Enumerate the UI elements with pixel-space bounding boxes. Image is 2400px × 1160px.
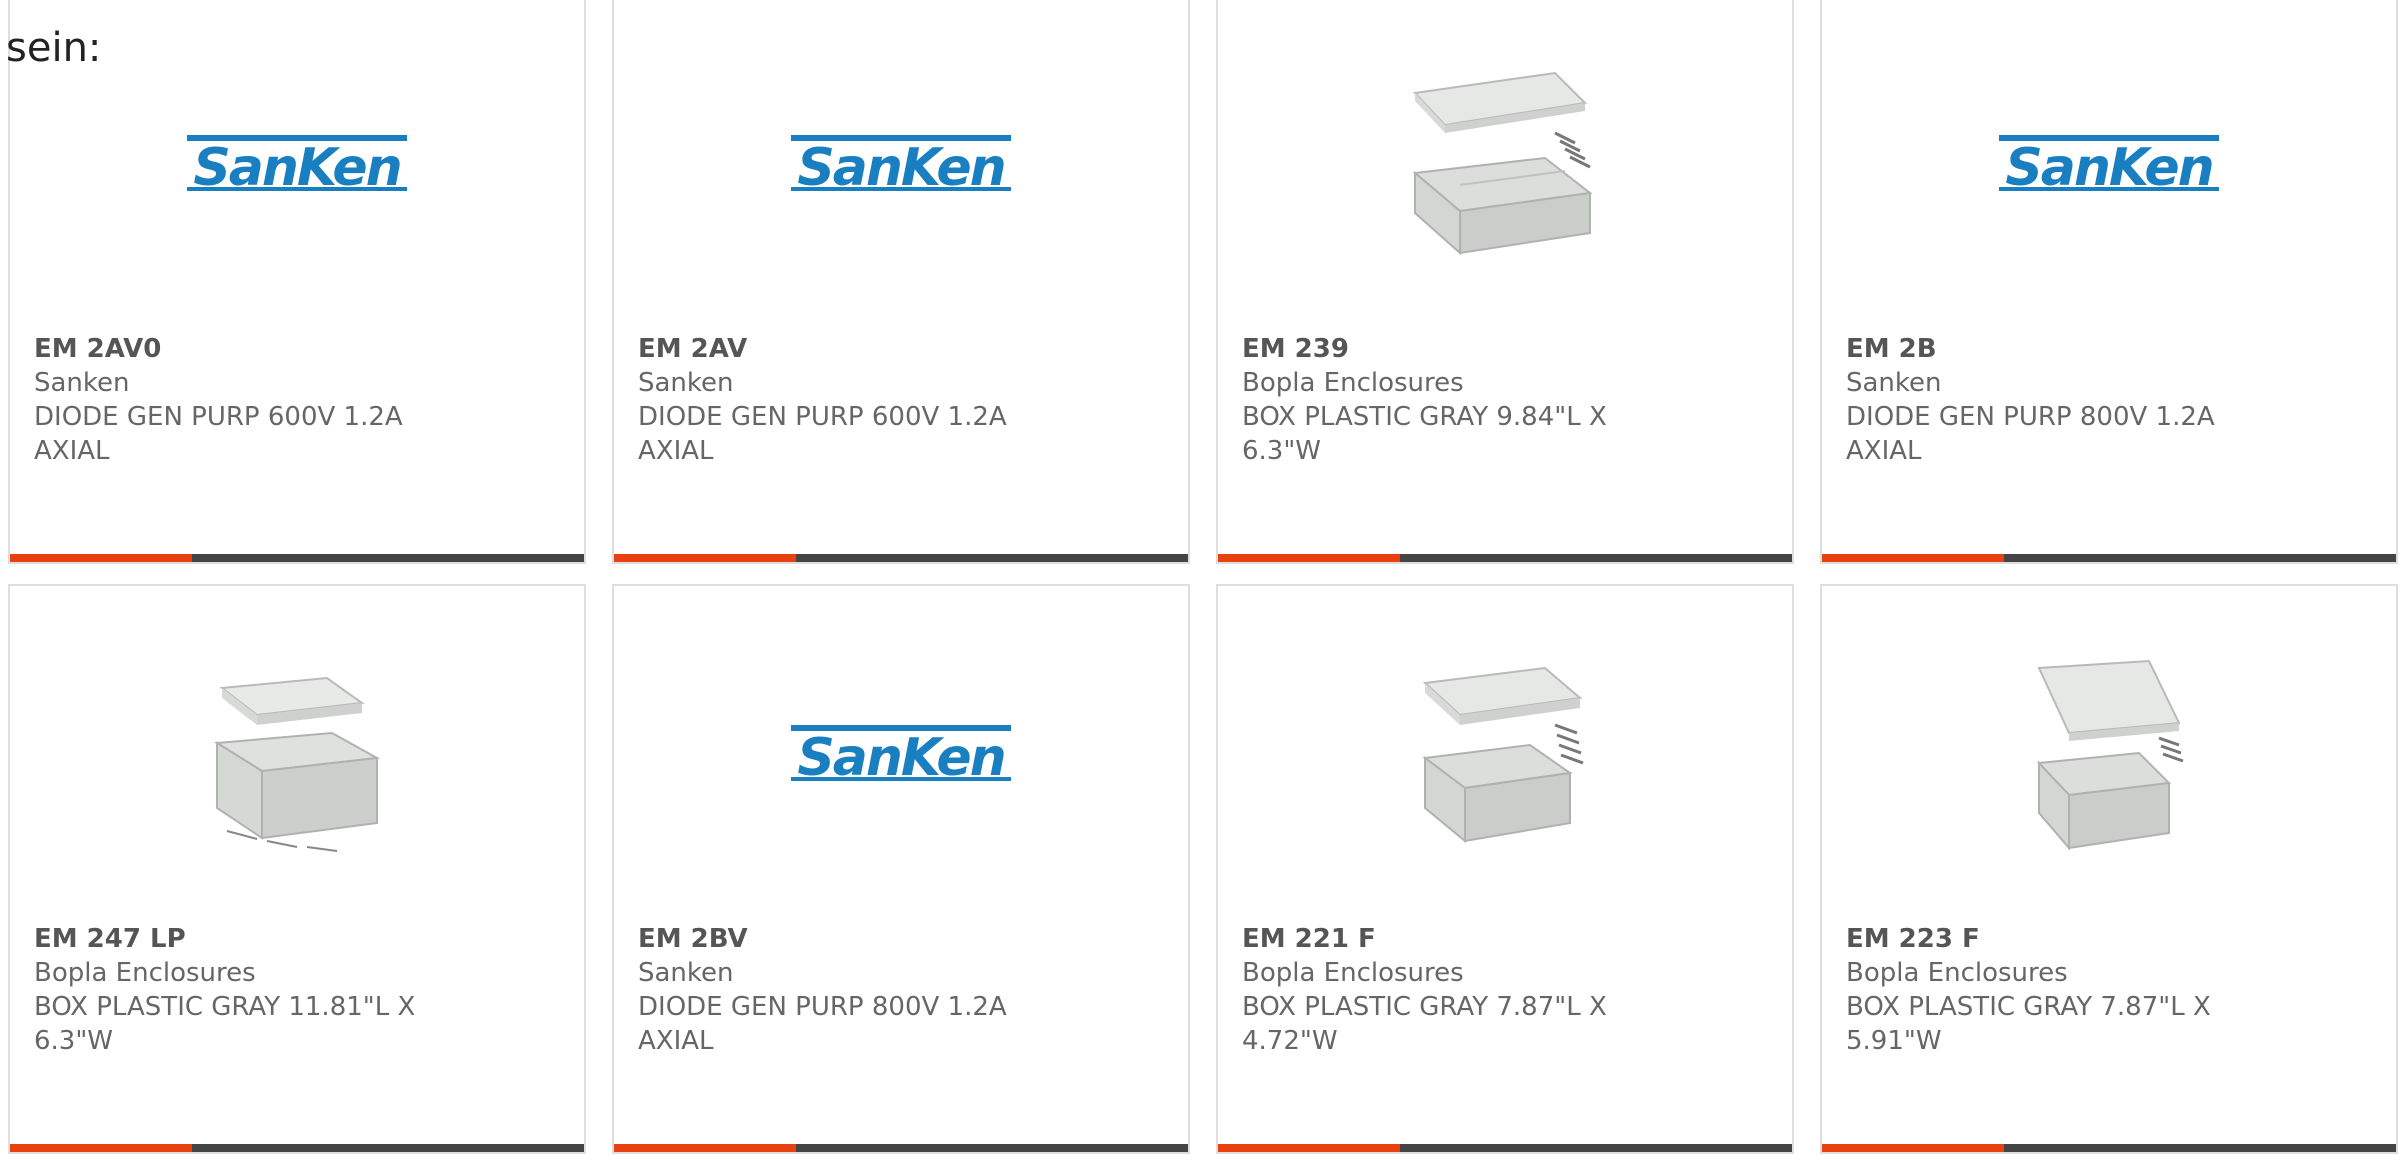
product-grid: SanKen EM 2AV0 Sanken DIODE GEN PURP 600… <box>8 0 2400 1160</box>
product-description: DIODE GEN PURP 800V 1.2A AXIAL <box>638 992 1007 1056</box>
product-description: DIODE GEN PURP 600V 1.2A AXIAL <box>34 402 403 466</box>
card-footer-bar <box>1218 554 1792 562</box>
product-description: BOX PLASTIC GRAY 11.81"L X 6.3"W <box>34 992 416 1056</box>
sanken-logo-icon: SanKen <box>791 725 1011 788</box>
part-number[interactable]: EM 221 F <box>1242 922 1642 956</box>
part-number[interactable]: EM 223 F <box>1846 922 2246 956</box>
card-footer-bar <box>614 1144 1188 1152</box>
card-footer-accent <box>10 554 192 562</box>
manufacturer-name: Bopla Enclosures <box>1846 958 2068 988</box>
part-number[interactable]: EM 247 LP <box>34 922 434 956</box>
product-image[interactable] <box>1218 648 1792 858</box>
product-card[interactable]: SanKen EM 2BV Sanken DIODE GEN PURP 800V… <box>612 584 1190 1154</box>
product-description: DIODE GEN PURP 800V 1.2A AXIAL <box>1846 402 2215 466</box>
product-card[interactable]: EM 221 F Bopla Enclosures BOX PLASTIC GR… <box>1216 584 1794 1154</box>
manufacturer-name: Sanken <box>1846 368 1942 398</box>
part-number[interactable]: EM 2AV <box>638 332 1038 366</box>
product-image[interactable]: SanKen <box>10 58 584 268</box>
product-description: BOX PLASTIC GRAY 7.87"L X 5.91"W <box>1846 992 2211 1056</box>
product-image[interactable]: SanKen <box>1822 58 2396 268</box>
card-footer-accent <box>1822 1144 2004 1152</box>
sanken-logo-icon: SanKen <box>187 135 407 198</box>
manufacturer-name: Bopla Enclosures <box>1242 958 1464 988</box>
manufacturer-name: Sanken <box>638 368 734 398</box>
plastic-enclosure-icon <box>2036 659 2184 851</box>
product-image[interactable] <box>1822 648 2396 858</box>
sanken-logo-icon: SanKen <box>1999 135 2219 198</box>
product-image[interactable]: SanKen <box>614 648 1188 858</box>
manufacturer-name: Sanken <box>34 368 130 398</box>
product-image[interactable]: SanKen <box>614 58 1188 268</box>
part-number[interactable]: EM 2AV0 <box>34 332 434 366</box>
card-footer-bar <box>1218 1144 1792 1152</box>
product-description: DIODE GEN PURP 600V 1.2A AXIAL <box>638 402 1007 466</box>
card-footer-bar <box>1822 554 2396 562</box>
part-number[interactable]: EM 239 <box>1242 332 1642 366</box>
card-footer-accent <box>1218 1144 1400 1152</box>
card-footer-accent <box>1218 554 1400 562</box>
card-footer-bar <box>1822 1144 2396 1152</box>
manufacturer-name: Bopla Enclosures <box>1242 368 1464 398</box>
product-description: BOX PLASTIC GRAY 7.87"L X 4.72"W <box>1242 992 1607 1056</box>
card-footer-accent <box>614 554 796 562</box>
plastic-enclosure-icon <box>213 676 381 852</box>
product-card[interactable]: SanKen EM 2AV Sanken DIODE GEN PURP 600V… <box>612 0 1190 564</box>
card-footer-bar <box>10 554 584 562</box>
product-image[interactable] <box>1218 58 1792 268</box>
product-card[interactable]: SanKen EM 2AV0 Sanken DIODE GEN PURP 600… <box>8 0 586 564</box>
intro-text: sein: <box>6 25 102 71</box>
card-footer-bar <box>10 1144 584 1152</box>
product-card[interactable]: EM 247 LP Bopla Enclosures BOX PLASTIC G… <box>8 584 586 1154</box>
card-footer-accent <box>10 1144 192 1152</box>
manufacturer-name: Sanken <box>638 958 734 988</box>
manufacturer-name: Bopla Enclosures <box>34 958 256 988</box>
plastic-enclosure-icon <box>1412 71 1593 256</box>
plastic-enclosure-icon <box>1422 666 1584 844</box>
card-footer-bar <box>614 554 1188 562</box>
product-card[interactable]: SanKen EM 2B Sanken DIODE GEN PURP 800V … <box>1820 0 2398 564</box>
product-description: BOX PLASTIC GRAY 9.84"L X 6.3"W <box>1242 402 1607 466</box>
part-number[interactable]: EM 2BV <box>638 922 1038 956</box>
product-card[interactable]: EM 239 Bopla Enclosures BOX PLASTIC GRAY… <box>1216 0 1794 564</box>
sanken-logo-icon: SanKen <box>791 135 1011 198</box>
product-image[interactable] <box>10 648 584 858</box>
card-footer-accent <box>1822 554 2004 562</box>
card-footer-accent <box>614 1144 796 1152</box>
part-number[interactable]: EM 2B <box>1846 332 2246 366</box>
product-card[interactable]: EM 223 F Bopla Enclosures BOX PLASTIC GR… <box>1820 584 2398 1154</box>
